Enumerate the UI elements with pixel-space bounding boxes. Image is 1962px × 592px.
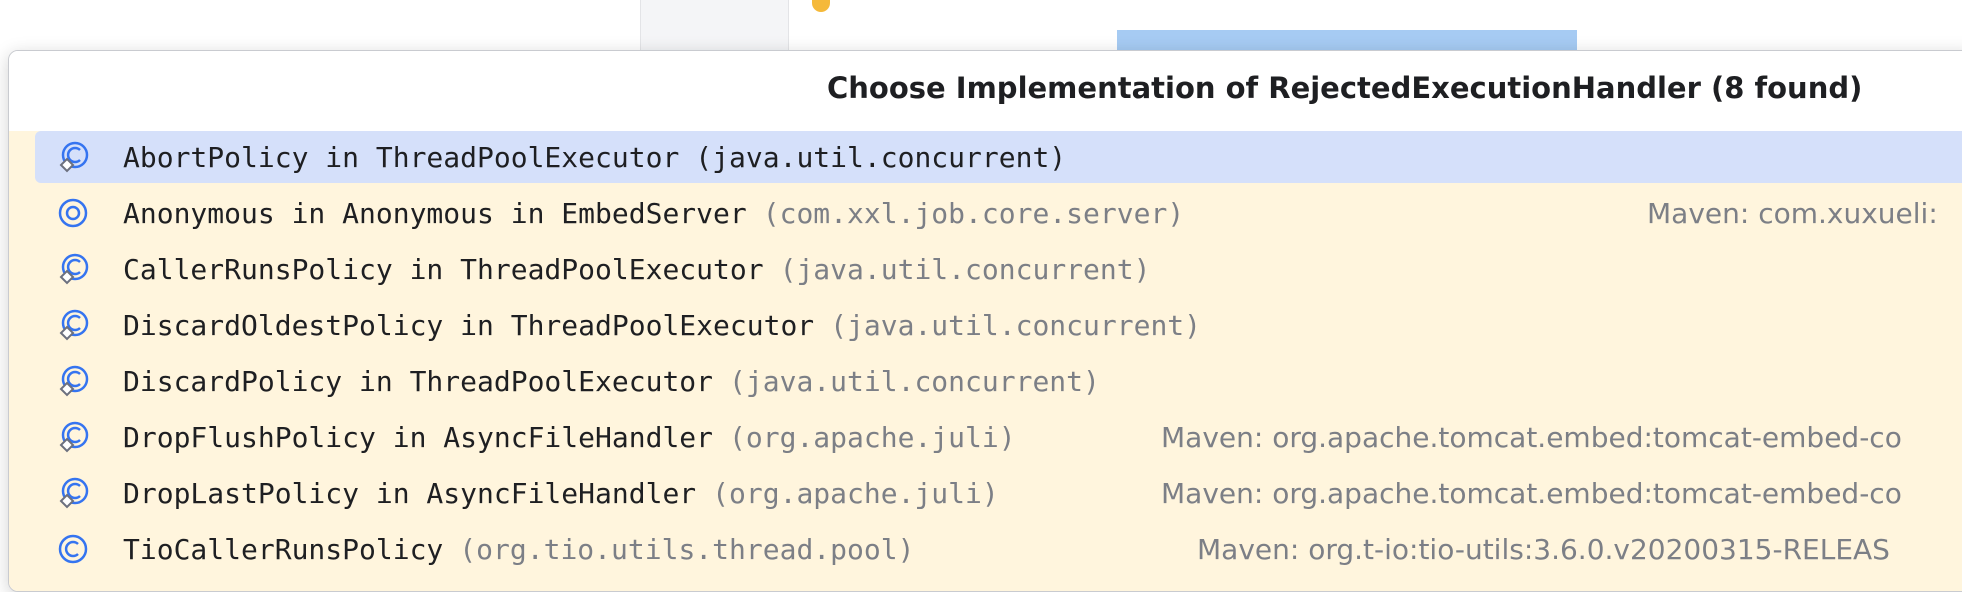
item-name: AbortPolicy in ThreadPoolExecutor (java.u… [123, 140, 1067, 174]
list-item-droplastpolicy[interactable]: DropLastPolicy in AsyncFileHandler (org.a… [35, 467, 1962, 519]
editor-selection-highlight [1117, 30, 1577, 52]
item-maven-source: Maven: org.t-io:tio-utils:3.6.0.v2020031… [1197, 532, 1890, 566]
item-name: TioCallerRunsPolicy (org.tio.utils.thread… [123, 532, 915, 566]
inner-class-icon [57, 309, 89, 341]
list-item-tiocallerrunspolicy[interactable]: TioCallerRunsPolicy (org.tio.utils.thread… [35, 523, 1962, 575]
item-name: DiscardPolicy in ThreadPoolExecutor (java… [123, 364, 1100, 398]
item-maven-source: Maven: com.xuxueli: [1647, 196, 1938, 230]
anonymous-class-icon [57, 197, 89, 229]
popup-title: Choose Implementation of RejectedExecuti… [827, 71, 1863, 105]
inner-class-icon [57, 253, 89, 285]
item-maven-source: Maven: org.apache.tomcat.embed:tomcat-em… [1161, 476, 1902, 510]
item-name: DropFlushPolicy in AsyncFileHandler (org.… [123, 420, 1016, 454]
list-item-dropflushpolicy[interactable]: DropFlushPolicy in AsyncFileHandler (org.… [35, 411, 1962, 463]
popup-header: Choose Implementation of RejectedExecuti… [9, 51, 1962, 131]
class-icon [57, 533, 89, 565]
item-name: Anonymous in Anonymous in EmbedServer (co… [123, 196, 1185, 230]
implementation-list: AbortPolicy in ThreadPoolExecutor (java.u… [9, 131, 1962, 591]
inner-class-icon [57, 141, 89, 173]
list-item-discardpolicy[interactable]: DiscardPolicy in ThreadPoolExecutor (java… [35, 355, 1962, 407]
list-item-discardoldestpolicy[interactable]: DiscardOldestPolicy in ThreadPoolExecuto… [35, 299, 1962, 351]
item-name: CallerRunsPolicy in ThreadPoolExecutor (j… [123, 252, 1151, 286]
item-maven-source: Maven: org.apache.tomcat.embed:tomcat-em… [1161, 420, 1902, 454]
item-name: DropLastPolicy in AsyncFileHandler (org.a… [123, 476, 999, 510]
inner-class-icon [57, 365, 89, 397]
inner-class-icon [57, 477, 89, 509]
choose-implementation-popup: Choose Implementation of RejectedExecuti… [8, 50, 1962, 592]
list-item-callerrunspolicy[interactable]: CallerRunsPolicy in ThreadPoolExecutor (j… [35, 243, 1962, 295]
list-item-abortpolicy[interactable]: AbortPolicy in ThreadPoolExecutor (java.u… [35, 131, 1962, 183]
inner-class-icon [57, 421, 89, 453]
lightbulb-icon[interactable] [812, 0, 830, 12]
item-name: DiscardOldestPolicy in ThreadPoolExecuto… [123, 308, 1202, 342]
list-item-anonymous-embedserver[interactable]: Anonymous in Anonymous in EmbedServer (co… [35, 187, 1962, 239]
